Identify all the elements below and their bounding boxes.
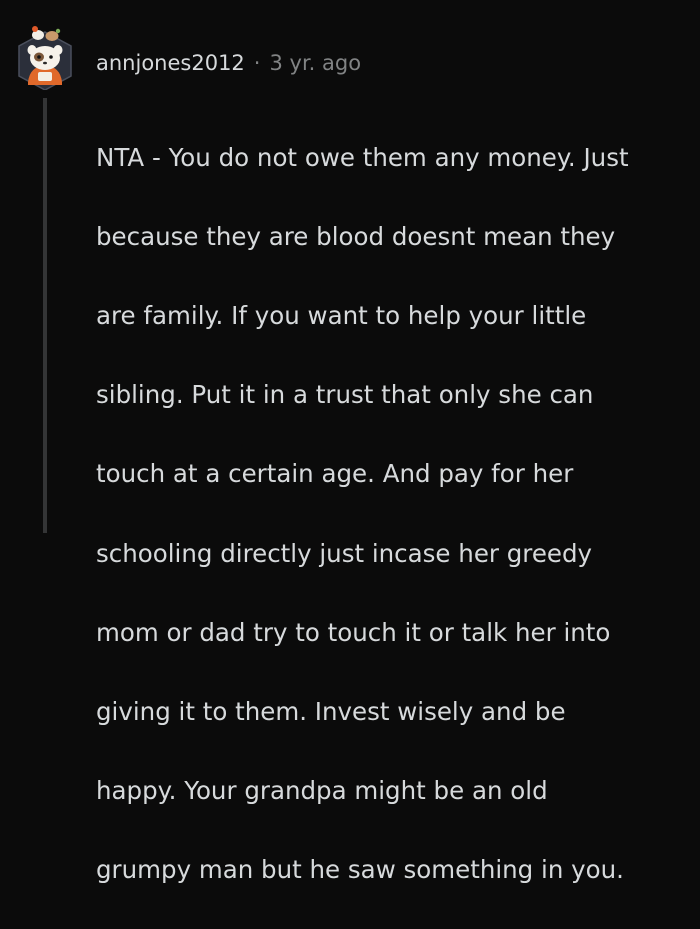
comment-body-line: grumpy man but he saw something in you. [96,855,624,885]
comment-body-line: touch at a certain age. And pay for her [96,459,574,489]
thread-collapse-line[interactable] [43,98,47,533]
comment-body-line: schooling directly just incase her greed… [96,538,593,568]
snoo-avatar-icon [18,26,72,91]
comment-body-line: because they are blood doesnt mean they [96,221,616,251]
comment-body-line: are family. If you want to help your lit… [96,300,587,330]
username-link[interactable]: annjones2012 [96,51,245,75]
user-avatar[interactable] [14,22,76,91]
comment: annjones2012 · 3 yr. ago NTA - You do no… [0,0,700,884]
comment-body-line: giving it to them. Invest wisely and be [96,696,566,726]
comment-body-line: NTA - You do not owe them any money. Jus… [96,142,629,172]
comment-body-line: happy. Your grandpa might be an old [96,776,548,806]
comment-body-line: mom or dad try to touch it or talk her i… [96,617,611,647]
comment-header: annjones2012 · 3 yr. ago [96,46,361,80]
comment-body-line: sibling. Put it in a trust that only she… [96,380,594,410]
comment-timestamp[interactable]: 3 yr. ago [269,51,361,75]
meta-separator: · [253,51,261,75]
comment-body: NTA - You do not owe them any money. Jus… [96,98,686,929]
